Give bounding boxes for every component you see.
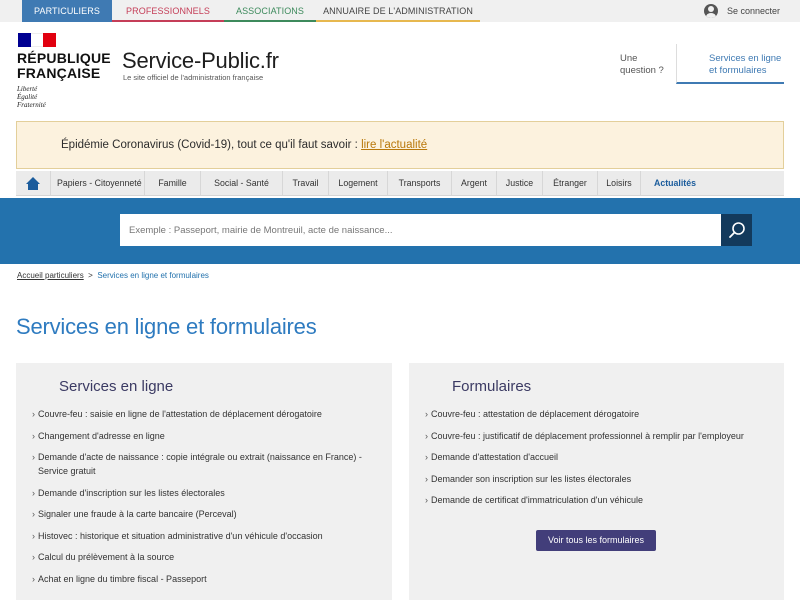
formulaire-link[interactable]: › Demander son inscription sur les listes… (425, 472, 776, 486)
connect-link[interactable]: Se connecter (703, 0, 780, 22)
chevron-right-icon: › (32, 530, 35, 541)
service-link-label: Changement d'adresse en ligne (38, 430, 165, 441)
formulaire-link-label: Demande d'attestation d'accueil (431, 452, 559, 462)
service-link[interactable]: › Demande d'acte de naissance : copie int… (32, 450, 384, 478)
formulaire-link-label: Couvre-feu : attestation de déplacement … (431, 409, 640, 419)
tab-professionnels[interactable]: PROFESSIONNELS (112, 0, 224, 22)
search-input[interactable] (120, 214, 721, 246)
service-link[interactable]: › Histovec : historique et situation admi… (32, 529, 384, 543)
audience-bar: PARTICULIERS PROFESSIONNELS ASSOCIATIONS… (0, 0, 800, 22)
service-link-label: Signaler une fraude à la carte bancaire … (38, 509, 237, 519)
theme-justice[interactable]: Justice (496, 171, 542, 195)
user-icon (703, 4, 718, 18)
search-band (0, 198, 800, 264)
chevron-right-icon: › (425, 430, 428, 441)
republic-motto: Liberté Égalité Fraternité (17, 85, 46, 109)
chevron-right-icon: › (32, 573, 35, 584)
motto-liberte: Liberté (17, 85, 38, 93)
motto-fraternite: Fraternité (17, 101, 46, 109)
services-panel: Services en ligne › Couvre-feu : saisie e… (16, 363, 392, 600)
nav-services-line-1: Services en ligne (709, 53, 782, 64)
service-link[interactable]: › Changement d'adresse en ligne (32, 429, 384, 443)
chevron-right-icon: › (425, 409, 428, 419)
services-panel-title: Services en ligne (59, 378, 174, 395)
formulaire-link[interactable]: › Demande de certificat d'immatriculation… (425, 493, 776, 507)
site-name[interactable]: Service-Public.fr (122, 48, 279, 74)
breadcrumb-home[interactable]: Accueil particuliers (17, 271, 84, 280)
rf-line-1: RÉPUBLIQUE (17, 50, 111, 66)
service-link-label: Couvre-feu : saisie en ligne de l'attest… (38, 409, 322, 419)
marianne-flag-icon (18, 33, 57, 47)
tab-particuliers[interactable]: PARTICULIERS (22, 0, 112, 22)
search-button[interactable] (721, 214, 752, 246)
formulaires-panel-title: Formulaires (452, 378, 532, 395)
chevron-right-icon: › (32, 409, 35, 419)
service-link-label: Demande d'inscription sur les listes éle… (38, 487, 225, 498)
site-tagline: Le site officiel de l'administration fra… (123, 73, 264, 82)
formulaire-link[interactable]: › Couvre-feu : attestation de déplacement… (425, 407, 776, 421)
theme-famille[interactable]: Famille (144, 171, 200, 195)
formulaires-panel: Formulaires › Couvre-feu : attestation de… (409, 363, 784, 600)
nav-services-line-2: et formulaires (709, 65, 767, 76)
theme-papiers[interactable]: Papiers - Citoyenneté (50, 171, 144, 195)
services-list: › Couvre-feu : saisie en ligne de l'attes… (32, 407, 384, 593)
service-link-label: Histovec : historique et situation admin… (38, 530, 323, 541)
motto-egalite: Égalité (17, 93, 38, 101)
formulaire-link[interactable]: › Couvre-feu : justificatif de déplacemen… (425, 429, 776, 443)
theme-transports[interactable]: Transports (387, 171, 451, 195)
alert-link[interactable]: lire l'actualité (361, 139, 427, 151)
formulaires-list: › Couvre-feu : attestation de déplacement… (425, 407, 776, 515)
breadcrumb-current: Services en ligne et formulaires (97, 271, 209, 280)
alert-text: Épidémie Coronavirus (Covid-19), tout ce… (61, 139, 362, 151)
breadcrumb: Accueil particuliers > Services en ligne… (17, 271, 209, 280)
service-link[interactable]: › Demande d'inscription sur les listes él… (32, 486, 384, 500)
service-link-label: Demande d'acte de naissance : copie inté… (38, 452, 362, 476)
service-link-label: Achat en ligne du timbre fiscal - Passep… (38, 573, 207, 584)
rf-line-2: FRANÇAISE (17, 65, 101, 81)
home-icon (25, 176, 41, 190)
theme-travail[interactable]: Travail (282, 171, 328, 195)
chevron-right-icon: › (425, 452, 428, 462)
chevron-right-icon: › (32, 509, 35, 519)
nav-question-line-2: question ? (620, 65, 664, 76)
chevron-right-icon: › (32, 430, 35, 441)
site-header: RÉPUBLIQUE FRANÇAISE Liberté Égalité Fra… (0, 22, 800, 118)
theme-social-sante[interactable]: Social - Santé (200, 171, 282, 195)
tab-annuaire[interactable]: ANNUAIRE DE L'ADMINISTRATION (316, 0, 480, 22)
chevron-right-icon: › (425, 495, 428, 505)
theme-argent[interactable]: Argent (451, 171, 496, 195)
formulaire-link-label: Couvre-feu : justificatif de déplacement… (431, 430, 744, 441)
chevron-right-icon: › (32, 552, 35, 562)
service-link[interactable]: › Achat en ligne du timbre fiscal - Passe… (32, 572, 384, 586)
republique-francaise-logo[interactable]: RÉPUBLIQUE FRANÇAISE (17, 51, 111, 81)
theme-actualites[interactable]: Actualités (640, 171, 709, 195)
connect-label: Se connecter (726, 6, 780, 16)
page-title: Services en ligne et formulaires (16, 314, 317, 339)
search-icon (728, 222, 745, 238)
nav-question-line-1: Une (620, 53, 638, 64)
service-link[interactable]: › Couvre-feu : saisie en ligne de l'attes… (32, 407, 384, 421)
all-forms-button[interactable]: Voir tous les formulaires (536, 530, 656, 551)
chevron-right-icon: › (32, 487, 35, 498)
formulaire-link-label: Demander son inscription sur les listes … (431, 473, 632, 484)
service-link-label: Calcul du prélèvement à la source (38, 552, 175, 562)
nav-services-en-ligne[interactable]: Services en ligne et formulaires (676, 44, 784, 84)
breadcrumb-separator: > (88, 271, 93, 280)
chevron-right-icon: › (425, 473, 428, 484)
theme-logement[interactable]: Logement (328, 171, 387, 195)
theme-etranger[interactable]: Étranger (542, 171, 597, 195)
tab-associations[interactable]: ASSOCIATIONS (224, 0, 316, 22)
home-button[interactable] (16, 171, 50, 195)
service-link[interactable]: › Signaler une fraude à la carte bancaire… (32, 507, 384, 521)
formulaire-link[interactable]: › Demande d'attestation d'accueil (425, 450, 776, 464)
nav-une-question[interactable]: Une question ? (620, 53, 664, 77)
chevron-right-icon: › (32, 452, 35, 462)
formulaire-link-label: Demande de certificat d'immatriculation … (431, 495, 644, 505)
theme-loisirs[interactable]: Loisirs (597, 171, 640, 195)
service-link[interactable]: › Calcul du prélèvement à la source (32, 550, 384, 564)
theme-nav: Papiers - Citoyenneté Famille Social - S… (16, 171, 784, 196)
covid-alert-banner: Épidémie Coronavirus (Covid-19), tout ce… (16, 121, 784, 169)
